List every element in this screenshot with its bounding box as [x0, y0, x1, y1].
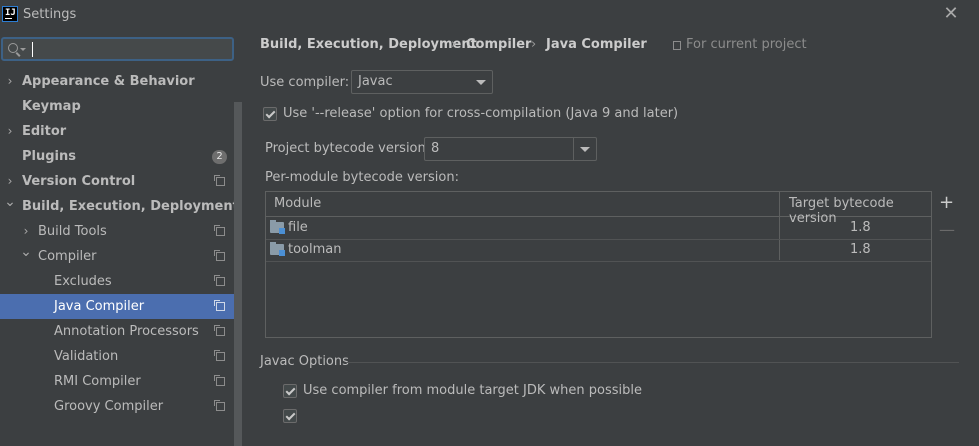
- breadcrumb-item-compiler[interactable]: Compiler: [466, 37, 531, 52]
- sidebar-item-label: Java Compiler: [54, 299, 145, 314]
- text-cursor: [32, 42, 33, 57]
- sidebar-item-label: Groovy Compiler: [54, 399, 164, 414]
- chevron-right-icon[interactable]: ›: [4, 69, 16, 94]
- sidebar-item-label: Appearance & Behavior: [22, 74, 195, 89]
- release-option-checkbox[interactable]: [263, 107, 277, 121]
- project-bytecode-version-dropdown[interactable]: 8: [424, 137, 597, 161]
- breadcrumb-separator: ›: [451, 37, 457, 52]
- use-module-jdk-label[interactable]: Use compiler from module target JDK when…: [303, 383, 642, 398]
- close-icon[interactable]: ✕: [941, 3, 961, 25]
- sidebar-item-compiler[interactable]: ⌄ Compiler: [0, 244, 234, 269]
- section-divider: [347, 362, 959, 363]
- sidebar-item-annotation-processors[interactable]: Annotation Processors: [0, 319, 234, 344]
- sidebar-item-label: Annotation Processors: [54, 324, 199, 339]
- project-scope-icon: [214, 175, 225, 186]
- breadcrumb-item-build-execution-deployment[interactable]: Build, Execution, Deployment: [260, 37, 477, 52]
- sidebar-item-java-compiler[interactable]: Java Compiler: [0, 294, 234, 319]
- search-input[interactable]: [1, 37, 234, 61]
- window-title: Settings: [23, 7, 77, 22]
- project-scope-icon: [214, 300, 225, 311]
- sidebar-item-rmi-compiler[interactable]: RMI Compiler: [0, 369, 234, 394]
- project-scope-icon: [214, 400, 225, 411]
- table-row[interactable]: file 1.8: [266, 217, 931, 240]
- project-bytecode-version-label: Project bytecode version:: [265, 141, 431, 156]
- chevron-down-icon[interactable]: ⌄: [4, 190, 16, 215]
- sidebar-item-validation[interactable]: Validation: [0, 344, 234, 369]
- updates-count-badge: 2: [212, 150, 227, 164]
- settings-sidebar: › Appearance & Behavior Keymap › Editor Plugi…: [0, 30, 242, 446]
- chevron-down-icon: [580, 147, 590, 152]
- javac-options-section-title: Javac Options: [260, 354, 349, 369]
- sidebar-item-label: Keymap: [22, 99, 81, 114]
- sidebar-item-build-execution-deployment[interactable]: ⌄ Build, Execution, Deployment: [0, 194, 239, 219]
- chevron-down-icon[interactable]: ⌄: [20, 240, 32, 265]
- sidebar-item-plugins[interactable]: Plugins 2: [0, 144, 234, 169]
- use-compiler-dropdown[interactable]: Javac: [351, 70, 493, 94]
- sidebar-item-label: Compiler: [38, 249, 97, 264]
- sidebar-scrollbar[interactable]: [234, 102, 242, 446]
- intellij-idea-icon: IJ: [2, 6, 18, 22]
- project-scope-icon: [214, 225, 225, 236]
- search-history-chevron-icon[interactable]: [20, 48, 26, 51]
- project-scope-icon: [214, 275, 225, 286]
- title-bar: IJ Settings ✕: [0, 0, 979, 30]
- sidebar-item-editor[interactable]: › Editor: [0, 119, 234, 144]
- sidebar-item-build-tools[interactable]: › Build Tools: [0, 219, 234, 244]
- module-folder-icon: [270, 242, 285, 256]
- project-bytecode-version-value: 8: [431, 141, 440, 156]
- per-module-bytecode-label: Per-module bytecode version:: [265, 170, 459, 185]
- module-bytecode-table: Module Target bytecode version file 1.8 …: [265, 191, 932, 338]
- target-bytecode-value[interactable]: 1.8: [850, 242, 871, 257]
- sidebar-item-groovy-compiler[interactable]: Groovy Compiler: [0, 394, 234, 419]
- module-name: toolman: [288, 242, 342, 257]
- next-option-checkbox[interactable]: [283, 409, 297, 423]
- project-scope-icon: [214, 375, 225, 386]
- table-header: Module Target bytecode version: [266, 192, 931, 226]
- table-row[interactable]: toolman 1.8: [266, 239, 931, 262]
- sidebar-item-label: Version Control: [22, 174, 136, 189]
- use-module-jdk-checkbox[interactable]: [283, 384, 297, 398]
- breadcrumb-separator: ›: [531, 37, 537, 52]
- project-scope-icon: [673, 41, 681, 50]
- add-module-button[interactable]: +: [939, 193, 954, 213]
- sidebar-item-label: Build, Execution, Deployment: [22, 199, 239, 214]
- module-name: file: [288, 220, 308, 235]
- scope-label: For current project: [686, 37, 807, 52]
- java-compiler-panel: Build, Execution, Deployment › Compiler …: [242, 30, 979, 423]
- breadcrumb-item-java-compiler: Java Compiler: [546, 37, 647, 52]
- sidebar-item-keymap[interactable]: Keymap: [0, 94, 234, 119]
- sidebar-item-label: RMI Compiler: [54, 374, 141, 389]
- chevron-right-icon[interactable]: ›: [4, 119, 16, 144]
- use-compiler-label: Use compiler:: [260, 75, 350, 90]
- project-scope-icon: [214, 350, 225, 361]
- sidebar-item-appearance-behavior[interactable]: › Appearance & Behavior: [0, 69, 234, 94]
- sidebar-item-label: Validation: [54, 349, 119, 364]
- column-header-module[interactable]: Module: [274, 196, 321, 211]
- search-icon: [8, 43, 18, 53]
- use-compiler-value: Javac: [358, 74, 393, 89]
- project-scope-icon: [214, 325, 225, 336]
- sidebar-item-excludes[interactable]: Excludes: [0, 269, 234, 294]
- sidebar-item-label: Editor: [22, 124, 67, 139]
- remove-module-button[interactable]: —: [939, 220, 955, 240]
- sidebar-item-label: Excludes: [54, 274, 112, 289]
- chevron-down-icon: [476, 80, 486, 85]
- sidebar-item-label: Plugins: [22, 149, 76, 164]
- project-scope-icon: [214, 250, 225, 261]
- release-option-label[interactable]: Use '--release' option for cross-compila…: [283, 106, 678, 121]
- sidebar-item-label: Build Tools: [38, 224, 107, 239]
- target-bytecode-value[interactable]: 1.8: [850, 220, 871, 235]
- sidebar-item-version-control[interactable]: › Version Control: [0, 169, 234, 194]
- module-folder-icon: [270, 220, 285, 234]
